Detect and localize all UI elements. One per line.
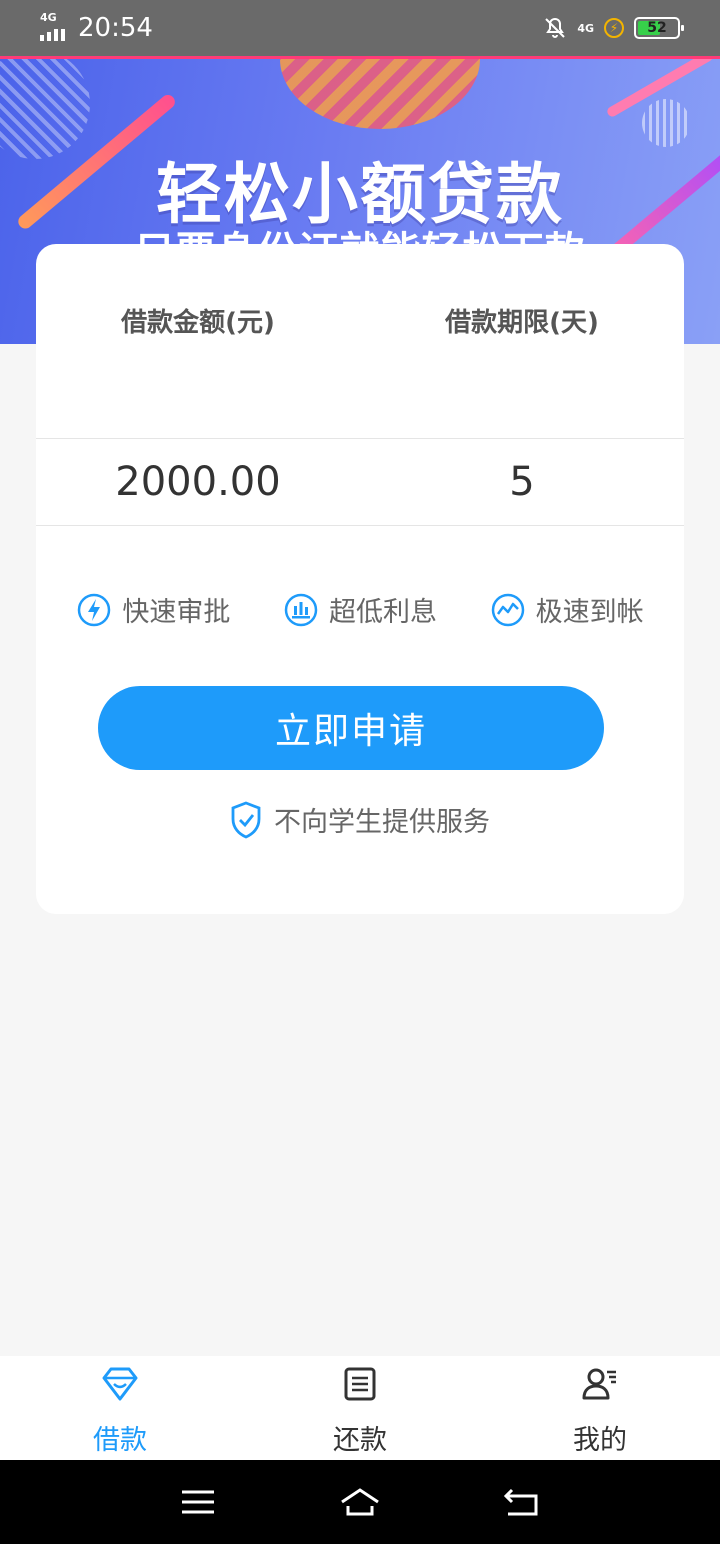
amount-value[interactable]: 2000.00 xyxy=(36,459,360,505)
signal-icon: 4G xyxy=(40,11,70,43)
home-icon[interactable] xyxy=(335,1484,385,1520)
lightning-icon xyxy=(78,593,111,626)
charging-icon: ⚡ xyxy=(604,18,624,38)
feature-item: 超低利息 xyxy=(283,590,437,629)
status-bar-left: 4G 20:54 xyxy=(40,11,153,43)
system-nav-bar xyxy=(0,1460,720,1544)
shield-check-icon xyxy=(231,801,261,839)
diamond-icon xyxy=(102,1367,138,1401)
network-type-right: 4G xyxy=(577,21,594,35)
nav-item-borrow[interactable]: 借款 xyxy=(0,1356,240,1460)
loan-labels-row: 借款金额(元) 借款期限(天) xyxy=(36,302,684,339)
bar-chart-icon xyxy=(284,593,318,626)
mute-bell-icon xyxy=(545,17,566,38)
student-notice: 不向学生提供服务 xyxy=(36,800,684,839)
nav-label: 借款 xyxy=(93,1425,147,1456)
nav-item-repay[interactable]: 还款 xyxy=(240,1356,480,1460)
notice-text: 不向学生提供服务 xyxy=(274,807,490,838)
status-bar: 4G 20:54 4G ⚡ 52 xyxy=(0,0,720,56)
nav-item-mine[interactable]: 我的 xyxy=(480,1356,720,1460)
feature-item: 快速审批 xyxy=(76,590,230,629)
bottom-nav: 借款 还款 我的 xyxy=(0,1356,720,1460)
nav-label: 还款 xyxy=(333,1425,387,1456)
loan-values-row: 2000.00 5 xyxy=(36,438,684,526)
feature-label: 极速到帐 xyxy=(535,597,644,628)
user-icon xyxy=(582,1368,616,1400)
feature-list: 快速审批 超低利息 极速到帐 xyxy=(36,590,684,629)
apply-now-button[interactable]: 立即申请 xyxy=(98,686,604,770)
feature-item: 极速到帐 xyxy=(490,590,644,629)
back-icon[interactable] xyxy=(502,1484,542,1520)
amount-label: 借款金额(元) xyxy=(121,308,275,338)
term-value[interactable]: 5 xyxy=(360,459,684,505)
term-label: 借款期限(天) xyxy=(445,308,599,338)
trend-icon xyxy=(491,593,524,626)
clock: 20:54 xyxy=(78,13,153,43)
feature-label: 超低利息 xyxy=(328,597,437,628)
network-type: 4G xyxy=(40,11,57,24)
bill-icon xyxy=(344,1367,376,1401)
menu-icon[interactable] xyxy=(178,1484,218,1520)
loan-card: 借款金额(元) 借款期限(天) 2000.00 5 快速审批 超低利息 极速到帐… xyxy=(36,244,684,914)
status-bar-right: 4G ⚡ 52 xyxy=(543,16,684,40)
battery-level: 52 xyxy=(647,20,667,36)
feature-label: 快速审批 xyxy=(122,597,231,628)
nav-label: 我的 xyxy=(573,1425,627,1456)
battery-icon: 52 xyxy=(634,17,684,39)
